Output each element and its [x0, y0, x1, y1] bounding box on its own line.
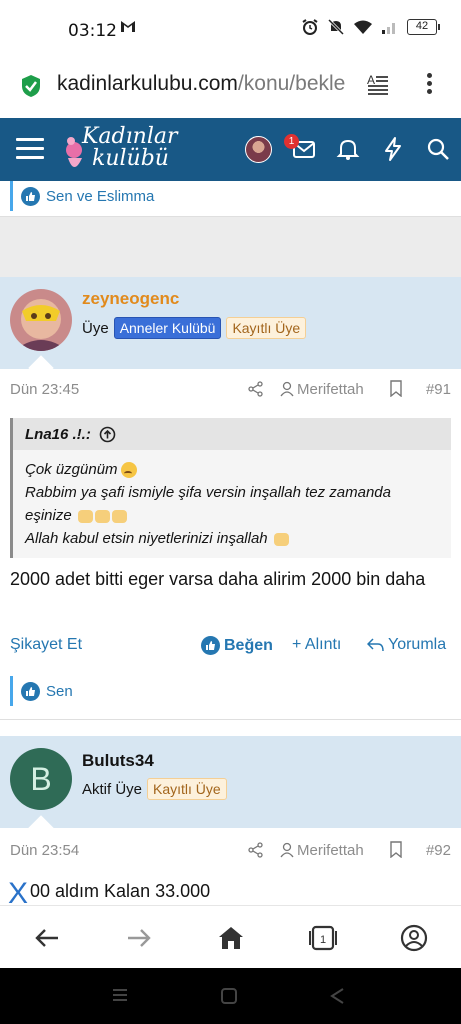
- user-tag-registered: Kayıtlı Üye: [226, 317, 307, 339]
- url-domain: kadinlarkulubu.com: [57, 72, 238, 95]
- username[interactable]: zeyneogenc: [82, 289, 179, 309]
- quote-button[interactable]: + Alıntı: [292, 636, 341, 654]
- mute-icon: [327, 18, 345, 36]
- quote-line: Allah kabul etsin niyetlerinizi inşallah: [25, 527, 439, 550]
- post-meta: Dün 23:54 Merifettah #92: [0, 832, 461, 870]
- post-actions: Şikayet Et Beğen + Alıntı Yorumla: [0, 631, 461, 661]
- divider: [0, 719, 461, 720]
- like-reaction-icon: [21, 681, 40, 701]
- hamburger-menu-icon[interactable]: [16, 138, 44, 165]
- avatar[interactable]: [10, 289, 72, 351]
- post-gap: [0, 217, 461, 277]
- clap-emoji-icon: [111, 509, 127, 523]
- quote-header[interactable]: Lna16 .!.:: [13, 418, 451, 450]
- like-icon: [201, 636, 220, 655]
- clap-emoji-icon: [77, 509, 93, 523]
- user-title-row: Aktif Üye Kayıtlı Üye: [82, 778, 227, 800]
- like-reaction-icon: [21, 186, 40, 206]
- post-number[interactable]: #91: [426, 381, 451, 398]
- user-avatar[interactable]: [245, 136, 272, 163]
- user-role: Aktif Üye: [82, 780, 143, 798]
- post-date[interactable]: Dün 23:54: [10, 842, 79, 859]
- secure-lock-icon: [22, 75, 40, 97]
- bell-icon[interactable]: [335, 136, 361, 162]
- quote-block: Lna16 .!.: Çok üzgünüm Rabbim ya şafi is…: [10, 418, 451, 558]
- url-text[interactable]: kadinlarkulubu.com/konu/bekle: [57, 72, 357, 96]
- lightning-icon[interactable]: [380, 136, 406, 162]
- post-date[interactable]: Dün 23:45: [10, 381, 79, 398]
- share-icon[interactable]: [248, 381, 264, 397]
- recents-icon[interactable]: [111, 987, 129, 1003]
- more-vert-icon[interactable]: [424, 70, 434, 97]
- avatar[interactable]: B: [10, 748, 72, 810]
- logo-line2: kulübü: [92, 146, 169, 171]
- share-icon[interactable]: [248, 842, 264, 858]
- user-title-row: Üye Anneler Kulübü Kayıtlı Üye: [82, 317, 307, 339]
- post-author: Merifettah: [297, 842, 364, 859]
- post-user-block: B Buluts34 Aktif Üye Kayıtlı Üye: [0, 736, 461, 841]
- svg-text:A: A: [367, 73, 375, 87]
- reaction-summary-text: Sen ve Eslimma: [46, 187, 155, 205]
- post-user-block: zeyneogenc Üye Anneler Kulübü Kayıtlı Üy…: [0, 277, 461, 381]
- quote-line: Rabbim ya şafi ismiyle şifa versin inşal…: [25, 484, 391, 524]
- like-label: Beğen: [224, 636, 273, 654]
- account-icon[interactable]: [399, 924, 429, 952]
- status-time: 03:12: [68, 21, 117, 41]
- logo-line1: Kadınlar: [82, 124, 178, 149]
- post-body: 2000 adet bitti eger varsa daha alirim 2…: [10, 569, 426, 589]
- url-path: /konu/bekle: [237, 72, 346, 95]
- alarm-icon: [302, 19, 318, 35]
- search-icon[interactable]: [425, 136, 451, 162]
- status-icons: 42: [301, 18, 440, 36]
- arrow-up-circle-icon[interactable]: [99, 426, 116, 443]
- battery-icon: 42: [407, 19, 440, 35]
- browser-bottom-nav: 1: [0, 905, 461, 968]
- sad-emoji-icon: [120, 462, 137, 479]
- user-tag-registered: Kayıtlı Üye: [147, 778, 227, 800]
- signal-icon: [382, 23, 395, 34]
- reaction-summary-text: Sen: [46, 682, 73, 700]
- like-button[interactable]: Beğen: [201, 636, 273, 655]
- post-meta: Dün 23:45 Merifettah #91: [0, 371, 461, 409]
- post-number[interactable]: #92: [426, 842, 451, 859]
- home-icon[interactable]: [216, 924, 246, 952]
- gmail-icon: [120, 20, 136, 38]
- quote-author: Lna16 .!.:: [25, 425, 91, 443]
- reaction-summary[interactable]: Sen: [10, 676, 451, 706]
- bookmark-icon[interactable]: [389, 841, 403, 858]
- bookmark-icon[interactable]: [389, 380, 403, 397]
- reply-icon: [367, 638, 384, 652]
- system-nav-bar: [0, 968, 461, 1024]
- back-icon[interactable]: [32, 924, 62, 952]
- forward-icon[interactable]: [124, 924, 154, 952]
- username[interactable]: Buluts34: [82, 751, 154, 771]
- tabs-icon[interactable]: 1: [308, 924, 338, 952]
- clap-emoji-icon: [94, 509, 110, 523]
- report-button[interactable]: Şikayet Et: [10, 636, 82, 654]
- back-system-icon[interactable]: [329, 987, 345, 1005]
- reaction-summary[interactable]: Sen ve Eslimma: [10, 181, 451, 211]
- user-icon: [280, 842, 294, 858]
- reply-label: Yorumla: [388, 636, 447, 653]
- status-bar: 03:12 42: [0, 0, 461, 60]
- wifi-icon: [354, 20, 372, 34]
- user-role: Üye: [82, 319, 109, 337]
- tabs-count: 1: [320, 934, 326, 946]
- messages-badge: 1: [284, 134, 299, 149]
- reader-mode-icon[interactable]: A: [366, 73, 390, 95]
- reply-button[interactable]: Yorumla: [367, 636, 446, 654]
- post-author-link[interactable]: Merifettah: [280, 842, 364, 859]
- post-body: 00 aldım Kalan 33.000: [30, 881, 211, 901]
- post-author-link[interactable]: Merifettah: [280, 381, 364, 398]
- home-system-icon[interactable]: [220, 987, 238, 1005]
- quote-line: Çok üzgünüm: [25, 458, 439, 481]
- post-author: Merifettah: [297, 381, 364, 398]
- thread-feed[interactable]: Sen ve Eslimma zeyneogenc Üye Anneler Ku…: [0, 181, 461, 905]
- quote-body: Çok üzgünüm Rabbim ya şafi ismiyle şifa …: [13, 450, 451, 558]
- user-tag-anneler: Anneler Kulübü: [113, 317, 222, 339]
- clap-emoji-icon: [273, 532, 289, 546]
- user-icon: [280, 381, 294, 397]
